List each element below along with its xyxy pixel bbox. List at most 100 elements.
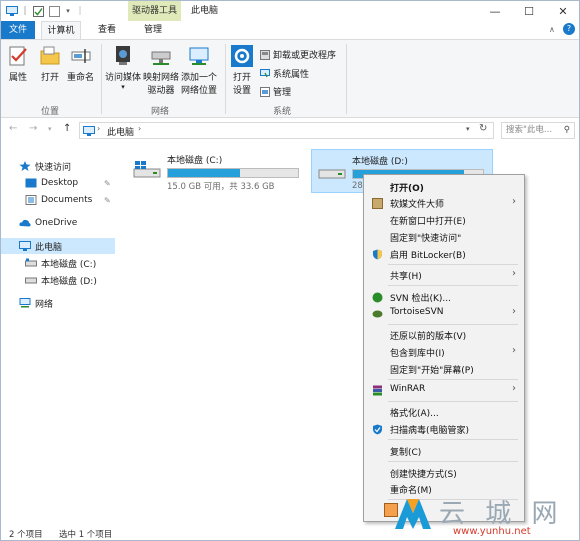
menu-item-ruanmei[interactable]: 软媒文件大师 › (364, 195, 524, 211)
tab-file[interactable]: 文件 (1, 21, 35, 39)
menu-item-pin-start[interactable]: 固定到"开始"屏幕(P) (364, 361, 524, 377)
chevron-right-icon: › (512, 196, 516, 207)
menu-item-open-new-window[interactable]: 在新窗口中打开(E) (364, 212, 524, 228)
menu-item-winrar[interactable]: WinRAR › (364, 382, 524, 398)
menu-label: 复制(C) (390, 448, 422, 458)
properties-button[interactable]: 属性 (7, 45, 29, 83)
menu-separator (388, 461, 518, 462)
map-network-drive-button[interactable]: 映射网络 驱动器 (143, 45, 179, 96)
search-icon: ⚲ (563, 125, 570, 135)
menu-separator (388, 401, 518, 402)
desktop-icon (25, 178, 37, 188)
watermark: 云 城 网 www.yunhu.net (393, 493, 579, 540)
nav-item-documents[interactable]: Documents ✎ (1, 192, 115, 208)
menu-item-svn-checkout[interactable]: SVN 检出(K)... (364, 289, 524, 305)
menu-item-open[interactable]: 打开(O) (364, 179, 524, 195)
tab-manage[interactable]: 管理 (135, 21, 171, 39)
add-network-location-button[interactable]: 添加一个 网络位置 (181, 45, 217, 96)
breadcrumb-chevron-icon[interactable]: › (97, 124, 100, 133)
menu-label: 启用 BitLocker(B) (390, 251, 466, 261)
system-properties-icon (260, 68, 270, 77)
forward-arrow-icon[interactable]: → (29, 123, 37, 134)
nav-item-onedrive[interactable]: OneDrive (1, 215, 115, 231)
chevron-right-icon: › (512, 345, 516, 356)
system-properties-button[interactable]: 系统属性 (260, 67, 309, 80)
up-arrow-icon[interactable]: ↑ (63, 123, 71, 134)
menu-item-pin-quick-access[interactable]: 固定到"快速访问" (364, 229, 524, 245)
open-folder-icon (40, 46, 60, 65)
refresh-icon[interactable]: ↻ (479, 123, 487, 134)
access-media-button[interactable]: 访问媒体 ▾ (105, 45, 141, 91)
breadcrumb-chevron-icon[interactable]: › (138, 124, 141, 133)
manage-icon (260, 86, 270, 97)
rename-button[interactable]: 重命名 (67, 45, 94, 83)
recent-dropdown-icon[interactable]: ▾ (48, 125, 52, 133)
close-button[interactable]: ✕ (551, 1, 575, 21)
separator: | (23, 6, 27, 16)
menu-item-copy[interactable]: 复制(C) (364, 443, 524, 459)
pin-icon: ✎ (104, 178, 111, 188)
menu-label: 还原以前的版本(V) (390, 332, 467, 342)
add-network-label-2: 网络位置 (181, 86, 218, 96)
access-media-label: 访问媒体 (105, 73, 142, 83)
drive-c-tile[interactable]: 本地磁盘 (C:) 15.0 GB 可用，共 33.6 GB (127, 149, 309, 193)
menu-label: WinRAR (390, 384, 426, 394)
menu-label: 在新窗口中打开(E) (390, 217, 466, 227)
breadcrumb-this-pc[interactable]: 此电脑 (107, 125, 134, 138)
properties-icon (9, 46, 27, 66)
nav-item-drive-c[interactable]: 本地磁盘 (C:) (1, 255, 115, 271)
drive-usage-fill (168, 169, 240, 177)
minimize-button[interactable]: — (483, 1, 507, 21)
menu-item-share[interactable]: 共享(H) › (364, 267, 524, 283)
nav-label: 本地磁盘 (D:) (41, 276, 97, 287)
ribbon: 属性 打开 重命名 位置 访问媒体 ▾ 映射网络 驱动器 添加一个 网络位置 网… (1, 39, 579, 118)
menu-label: 固定到"开始"屏幕(P) (390, 366, 474, 376)
nav-item-this-pc[interactable]: 此电脑 (1, 238, 115, 254)
chevron-right-icon: › (512, 306, 516, 317)
properties-label: 属性 (8, 73, 27, 83)
menu-item-tortoisesvn[interactable]: TortoiseSVN › (364, 305, 524, 321)
menu-item-scan-virus[interactable]: 扫描病毒(电脑管家) (364, 421, 524, 437)
tortoise-icon (372, 310, 383, 318)
search-input[interactable]: 搜索"此电... ⚲ (501, 122, 575, 139)
star-icon (19, 161, 31, 171)
menu-label: 扫描病毒(电脑管家) (390, 426, 470, 436)
menu-item-create-shortcut[interactable]: 创建快捷方式(S) (364, 465, 524, 481)
properties-quick-icon[interactable] (31, 4, 45, 18)
manage-button[interactable]: 管理 (260, 85, 291, 98)
chevron-right-icon: › (512, 383, 516, 394)
network-icon (19, 298, 31, 308)
nav-item-desktop[interactable]: Desktop ✎ (1, 175, 115, 191)
cloud-icon (19, 219, 31, 227)
chevron-down-icon[interactable]: ▾ (63, 4, 73, 18)
winrar-icon (373, 385, 382, 396)
title-bar: | ▾ | 驱动器工具 此电脑 — ☐ ✕ (1, 1, 579, 21)
open-settings-button[interactable]: 打开 设置 (231, 45, 253, 96)
map-network-label-1: 映射网络 (143, 73, 180, 83)
maximize-button[interactable]: ☐ (517, 1, 541, 21)
menu-item-restore-versions[interactable]: 还原以前的版本(V) (364, 327, 524, 343)
new-folder-quick-icon[interactable] (47, 4, 61, 18)
search-placeholder: 搜索"此电... (506, 125, 553, 135)
nav-item-quick-access[interactable]: 快速访问 (1, 158, 115, 174)
gear-icon (231, 45, 253, 67)
open-button[interactable]: 打开 (39, 45, 61, 83)
address-bar[interactable]: › 此电脑 › ▾ ↻ (79, 122, 494, 139)
uninstall-program-label: 卸载或更改程序 (273, 51, 337, 61)
collapse-ribbon-icon[interactable]: ∧ (549, 25, 555, 34)
media-icon (116, 46, 130, 65)
address-dropdown-icon[interactable]: ▾ (466, 125, 470, 133)
nav-item-network[interactable]: 网络 (1, 295, 115, 311)
menu-item-format[interactable]: 格式化(A)... (364, 404, 524, 420)
back-arrow-icon[interactable]: ← (9, 123, 17, 134)
tab-computer[interactable]: 计算机 (41, 21, 81, 39)
nav-item-drive-d[interactable]: 本地磁盘 (D:) (1, 272, 115, 288)
help-icon[interactable]: ? (563, 23, 575, 35)
menu-item-bitlocker[interactable]: 启用 BitLocker(B) (364, 246, 524, 262)
drive-icon (25, 277, 37, 284)
tab-view[interactable]: 查看 (89, 21, 125, 39)
context-menu: 打开(O) 软媒文件大师 › 在新窗口中打开(E) 固定到"快速访问" 启用 B… (363, 174, 525, 522)
menu-separator (388, 285, 518, 286)
menu-item-include-library[interactable]: 包含到库中(I) › (364, 344, 524, 360)
uninstall-program-button[interactable]: 卸载或更改程序 (260, 48, 336, 61)
